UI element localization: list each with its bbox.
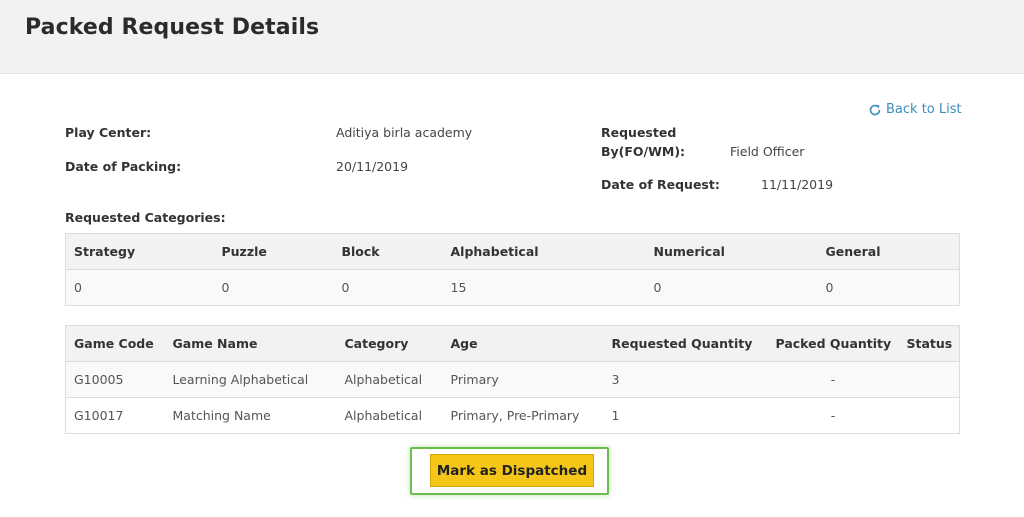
refresh-icon xyxy=(868,103,882,117)
date-of-packing-value: 20/11/2019 xyxy=(336,159,409,174)
back-to-list-label: Back to List xyxy=(886,102,962,117)
table-cell xyxy=(898,361,960,398)
games-table: Game Code Game Name Category Age Request… xyxy=(65,325,960,434)
requested-categories-label: Requested Categories: xyxy=(65,210,226,225)
table-cell: 0 xyxy=(333,269,443,306)
column-header: Category xyxy=(336,325,443,362)
column-header: Game Name xyxy=(164,325,337,362)
table-cell: 0 xyxy=(817,269,960,306)
column-header: Numerical xyxy=(645,233,818,270)
table-cell: 0 xyxy=(213,269,334,306)
table-cell: 3 xyxy=(603,361,768,398)
table-cell: 0 xyxy=(645,269,818,306)
table-cell: G10017 xyxy=(65,397,165,434)
table-cell: Primary, Pre-Primary xyxy=(442,397,604,434)
column-header: Age xyxy=(442,325,604,362)
column-header: Status xyxy=(898,325,960,362)
table-cell: G10005 xyxy=(65,361,165,398)
page-title: Packed Request Details xyxy=(25,15,320,40)
column-header: Alphabetical xyxy=(442,233,646,270)
table-cell: 0 xyxy=(65,269,214,306)
requested-by-value: Field Officer xyxy=(730,144,805,159)
dispatch-button-highlight: Mark as Dispatched xyxy=(410,447,609,495)
table-cell: Alphabetical xyxy=(336,397,443,434)
table-row: 0 0 0 15 0 0 xyxy=(65,269,960,306)
play-center-label: Play Center: xyxy=(65,125,152,140)
table-row: G10017 Matching Name Alphabetical Primar… xyxy=(65,397,960,434)
date-of-request-value: 11/11/2019 xyxy=(761,177,834,192)
column-header: Game Code xyxy=(65,325,165,362)
table-row: G10005 Learning Alphabetical Alphabetica… xyxy=(65,361,960,398)
table-cell: 15 xyxy=(442,269,646,306)
games-header-row: Game Code Game Name Category Age Request… xyxy=(65,325,960,362)
back-to-list-link[interactable]: Back to List xyxy=(868,102,962,117)
column-header: Strategy xyxy=(65,233,214,270)
requested-by-label-line1: Requested xyxy=(601,125,677,140)
requested-by-label-line2: By(FO/WM): xyxy=(601,144,686,159)
column-header: Requested Quantity xyxy=(603,325,768,362)
table-cell: Learning Alphabetical xyxy=(164,361,337,398)
table-cell: - xyxy=(767,397,899,434)
table-cell xyxy=(898,397,960,434)
table-cell: Primary xyxy=(442,361,604,398)
column-header: General xyxy=(817,233,960,270)
page-header: Packed Request Details xyxy=(0,0,1024,74)
categories-table: Strategy Puzzle Block Alphabetical Numer… xyxy=(65,233,960,306)
categories-header-row: Strategy Puzzle Block Alphabetical Numer… xyxy=(65,233,960,270)
table-cell: Matching Name xyxy=(164,397,337,434)
table-cell: - xyxy=(767,361,899,398)
column-header: Puzzle xyxy=(213,233,334,270)
play-center-value: Aditiya birla academy xyxy=(336,125,473,140)
date-of-packing-label: Date of Packing: xyxy=(65,159,182,174)
table-cell: Alphabetical xyxy=(336,361,443,398)
column-header: Block xyxy=(333,233,443,270)
mark-as-dispatched-button[interactable]: Mark as Dispatched xyxy=(430,454,594,487)
column-header: Packed Quantity xyxy=(767,325,899,362)
table-cell: 1 xyxy=(603,397,768,434)
date-of-request-label: Date of Request: xyxy=(601,177,720,192)
